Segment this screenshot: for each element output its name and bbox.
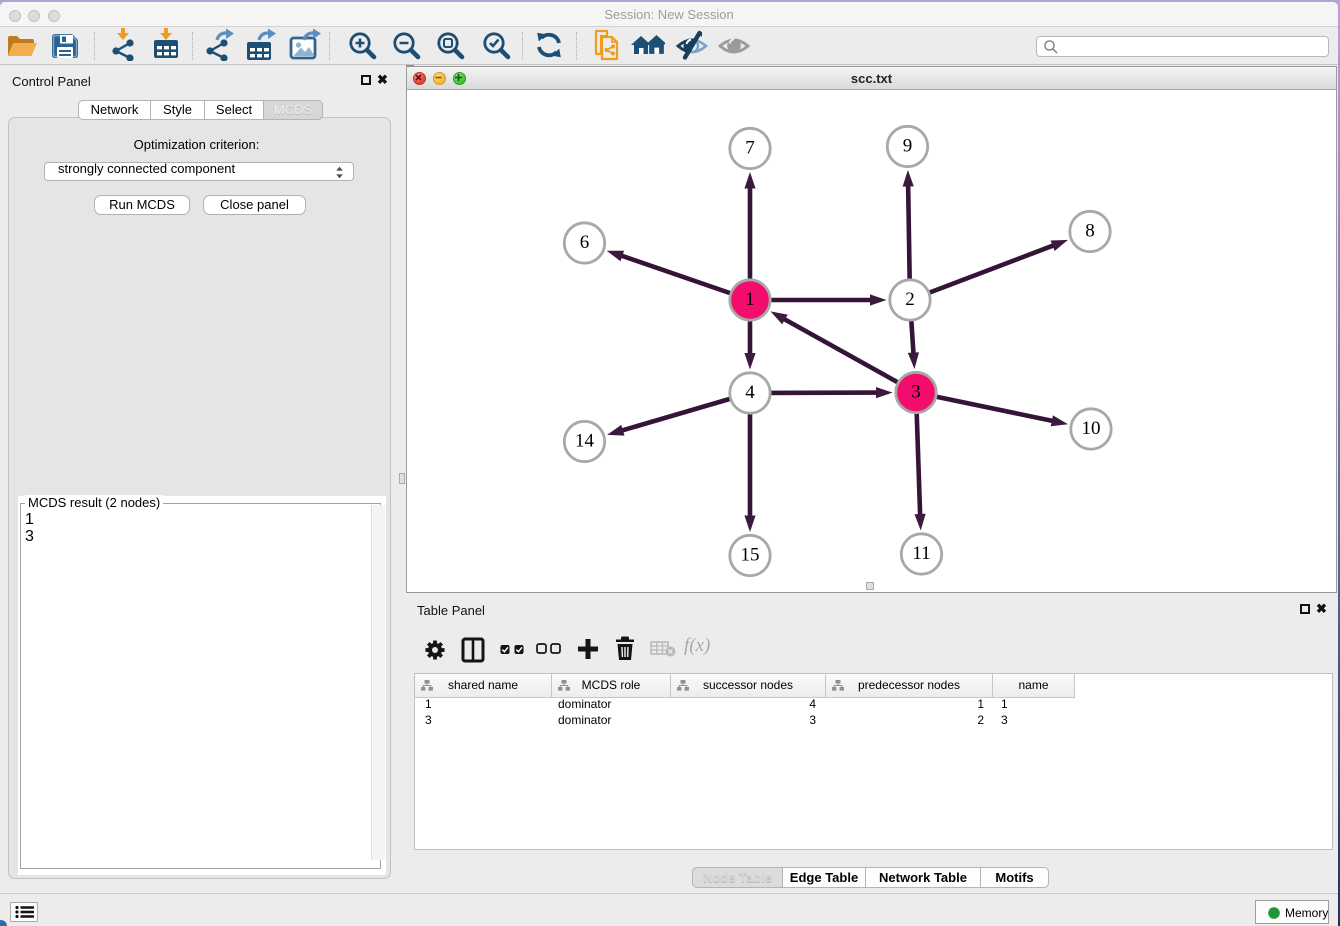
svg-text:14: 14 <box>575 431 595 452</box>
svg-text:4: 4 <box>745 382 755 403</box>
svg-text:7: 7 <box>745 138 755 159</box>
svg-text:1: 1 <box>745 289 755 310</box>
svg-text:6: 6 <box>580 232 590 253</box>
svg-text:2: 2 <box>905 289 915 310</box>
svg-text:10: 10 <box>1082 418 1101 439</box>
svg-text:8: 8 <box>1085 221 1095 242</box>
svg-text:9: 9 <box>903 136 913 157</box>
svg-text:3: 3 <box>911 382 921 403</box>
svg-text:15: 15 <box>741 545 760 566</box>
svg-text:11: 11 <box>912 543 930 564</box>
